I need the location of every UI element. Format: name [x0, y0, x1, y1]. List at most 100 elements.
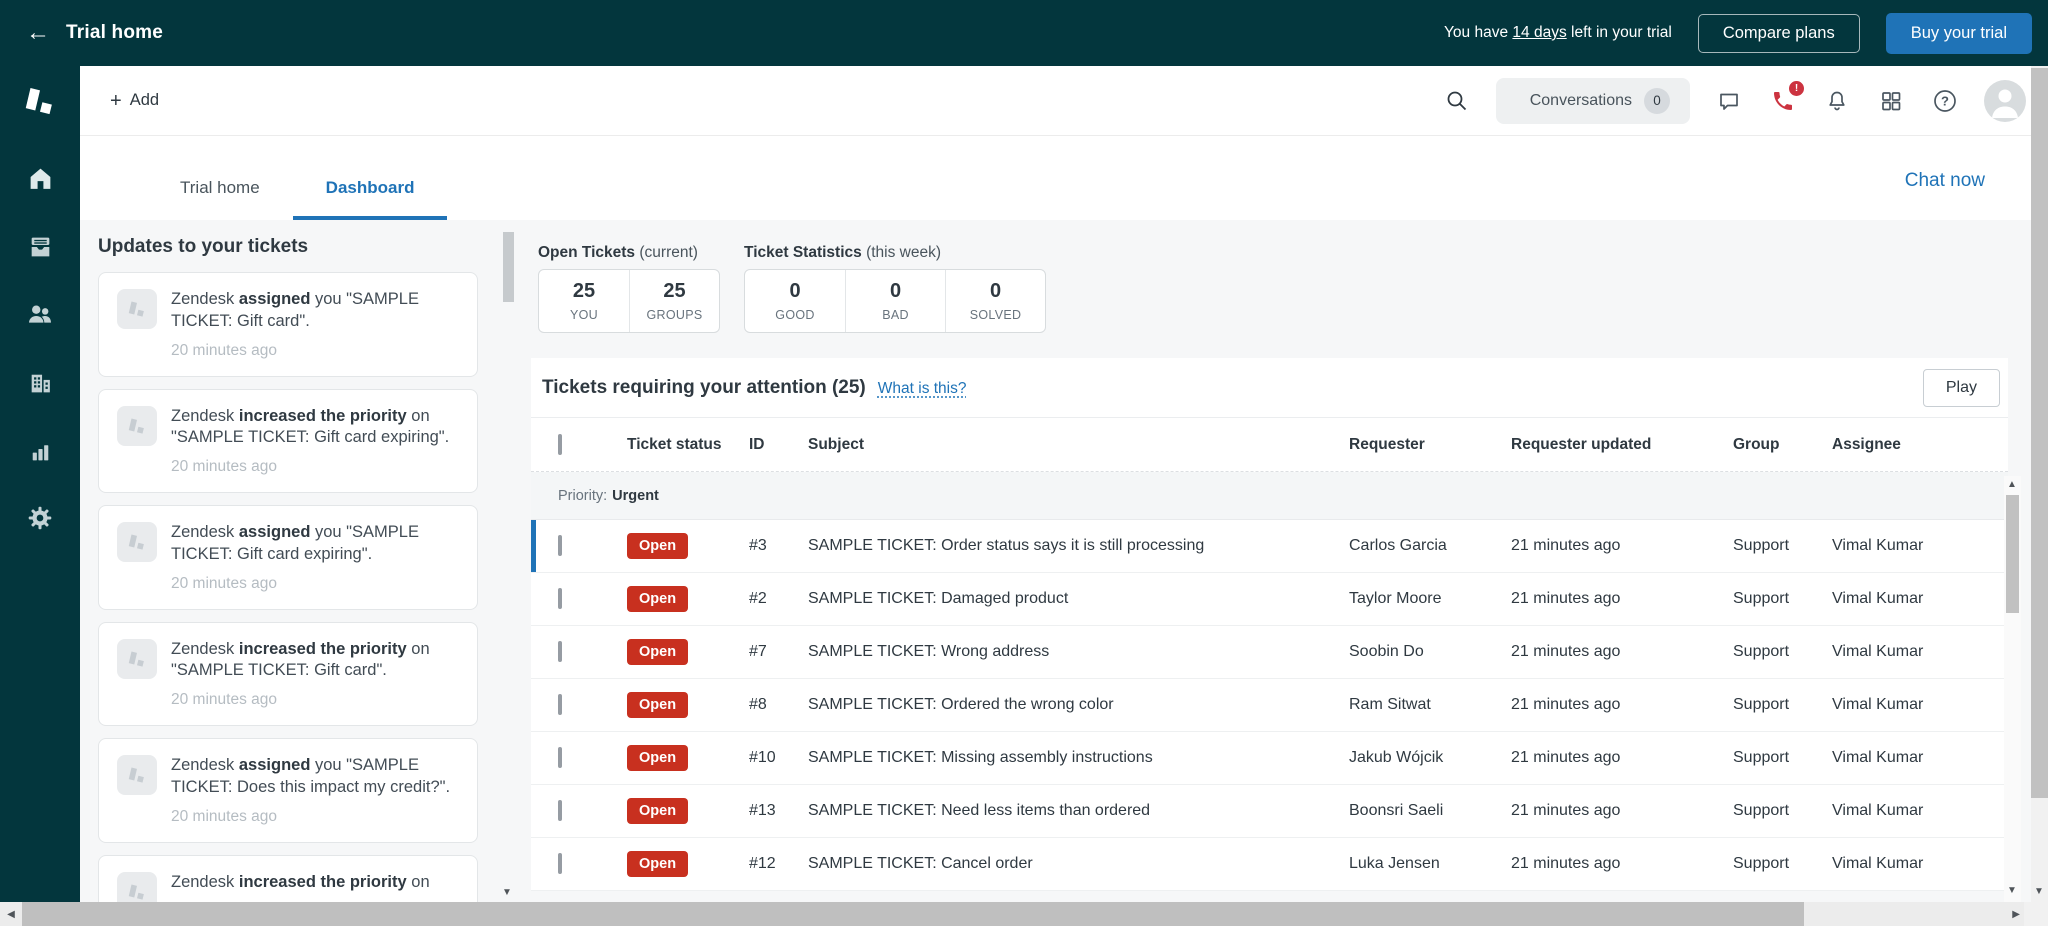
stat-cell-good[interactable]: 0GOOD	[745, 270, 845, 332]
ticket-row[interactable]: Open #2 SAMPLE TICKET: Damaged product T…	[531, 573, 2008, 626]
row-checkbox[interactable]	[558, 535, 562, 556]
page-scrollbar[interactable]: ▼	[2031, 66, 2048, 902]
app-bar: + Add Conversations 0 !	[80, 66, 2048, 136]
table-scroll-up-icon[interactable]: ▲	[2007, 479, 2017, 490]
sidebar-item-organizations[interactable]	[0, 348, 80, 416]
update-card[interactable]: Zendesk increased the priority on "SAMPL…	[98, 389, 478, 494]
ticket-subject[interactable]: SAMPLE TICKET: Ordered the wrong color	[808, 696, 1349, 714]
ticket-status-cell: Open	[627, 692, 749, 718]
updates-scrollbar[interactable]: ▼	[500, 226, 517, 902]
update-card[interactable]: Zendesk increased the priority on	[98, 855, 478, 902]
col-group[interactable]: Group	[1733, 436, 1832, 454]
scroll-right-icon[interactable]: ▶	[2012, 909, 2020, 920]
open-tickets-title: Open Tickets	[538, 244, 635, 261]
stat-cell-groups[interactable]: 25GROUPS	[629, 270, 719, 332]
user-avatar[interactable]	[1984, 80, 2026, 122]
table-scroll-down-icon[interactable]: ▼	[2007, 885, 2017, 896]
play-button[interactable]: Play	[1923, 369, 2000, 407]
horizontal-scrollbar-thumb[interactable]	[22, 902, 1804, 926]
ticket-subject[interactable]: SAMPLE TICKET: Missing assembly instruct…	[808, 749, 1349, 767]
trial-home-back[interactable]: ← Trial home	[26, 21, 163, 45]
row-checkbox[interactable]	[558, 694, 562, 715]
ticket-subject[interactable]: SAMPLE TICKET: Need less items than orde…	[808, 802, 1349, 820]
row-checkbox[interactable]	[558, 588, 562, 609]
col-ticket-status[interactable]: Ticket status	[627, 436, 749, 454]
ticket-subject[interactable]: SAMPLE TICKET: Wrong address	[808, 643, 1349, 661]
priority-label: Priority:	[558, 488, 607, 504]
zendesk-logo[interactable]	[19, 80, 61, 122]
what-is-this-link[interactable]: What is this?	[878, 380, 967, 398]
col-requester[interactable]: Requester	[1349, 436, 1511, 454]
ticket-row[interactable]: Open #7 SAMPLE TICKET: Wrong address Soo…	[531, 626, 2008, 679]
sidebar-item-views[interactable]	[0, 212, 80, 280]
ticket-row[interactable]: Open #10 SAMPLE TICKET: Missing assembly…	[531, 732, 2008, 785]
sidebar-item-reporting[interactable]	[0, 416, 80, 484]
buy-trial-button[interactable]: Buy your trial	[1886, 13, 2032, 54]
compare-plans-button[interactable]: Compare plans	[1698, 14, 1860, 53]
col-id[interactable]: ID	[749, 436, 808, 454]
trial-msg-prefix: You have	[1444, 24, 1512, 41]
row-checkbox[interactable]	[558, 747, 562, 768]
update-card[interactable]: Zendesk assigned you "SAMPLE TICKET: Gif…	[98, 505, 478, 610]
table-scrollbar[interactable]: ▲ ▼	[2004, 476, 2021, 902]
conversations-count-badge: 0	[1644, 88, 1670, 114]
stat-cell-you[interactable]: 25YOU	[539, 270, 629, 332]
add-button-label: Add	[130, 91, 159, 110]
attention-title: Tickets requiring your attention (25)	[542, 377, 866, 399]
row-checkbox[interactable]	[558, 800, 562, 821]
row-checkbox[interactable]	[558, 641, 562, 662]
scroll-left-icon[interactable]: ◀	[0, 909, 22, 920]
ticket-subject[interactable]: SAMPLE TICKET: Order status says it is s…	[808, 537, 1349, 555]
talk-button[interactable]: !	[1768, 86, 1798, 116]
add-button[interactable]: + Add	[102, 85, 167, 117]
col-subject[interactable]: Subject	[808, 436, 1349, 454]
update-card[interactable]: Zendesk assigned you "SAMPLE TICKET: Gif…	[98, 272, 478, 377]
horizontal-scrollbar[interactable]: ◀ ▶	[0, 902, 2048, 926]
stat-cell-bad[interactable]: 0BAD	[845, 270, 945, 332]
stat-value: 0	[890, 280, 901, 303]
stat-cell-solved[interactable]: 0SOLVED	[945, 270, 1045, 332]
ticket-row[interactable]: Open #3 SAMPLE TICKET: Order status says…	[531, 520, 2008, 573]
table-scrollbar-thumb[interactable]	[2006, 495, 2019, 613]
row-checkbox[interactable]	[558, 853, 562, 874]
page-scroll-down-icon[interactable]: ▼	[2034, 886, 2044, 897]
trial-home-label: Trial home	[66, 22, 163, 44]
ticket-group: Support	[1733, 749, 1832, 767]
ticket-row[interactable]: Open #8 SAMPLE TICKET: Ordered the wrong…	[531, 679, 2008, 732]
chat-now-link[interactable]: Chat now	[1905, 170, 1985, 192]
tab-dashboard[interactable]: Dashboard	[293, 136, 448, 220]
ticket-row[interactable]: Open #12 SAMPLE TICKET: Cancel order Luk…	[531, 838, 2008, 891]
trial-actions: You have 14 days left in your trial Comp…	[1444, 13, 2032, 54]
ticket-subject[interactable]: SAMPLE TICKET: Damaged product	[808, 590, 1349, 608]
stat-caption: GOOD	[775, 308, 814, 322]
updates-scroll-down-icon[interactable]: ▼	[502, 887, 512, 898]
col-requester-updated[interactable]: Requester updated	[1511, 436, 1733, 454]
update-card[interactable]: Zendesk increased the priority on "SAMPL…	[98, 622, 478, 727]
conversations-button[interactable]: Conversations 0	[1496, 78, 1690, 124]
notifications-button[interactable]	[1822, 86, 1852, 116]
tab-trial-home[interactable]: Trial home	[147, 136, 293, 220]
ticket-subject[interactable]: SAMPLE TICKET: Cancel order	[808, 855, 1349, 873]
ticket-row[interactable]: Open #13 SAMPLE TICKET: Need less items …	[531, 785, 2008, 838]
page-scrollbar-thumb[interactable]	[2031, 68, 2048, 798]
ticket-group: Support	[1733, 537, 1832, 555]
select-all-checkbox[interactable]	[558, 434, 562, 455]
attention-title-wrap: Tickets requiring your attention (25) Wh…	[542, 377, 967, 399]
search-button[interactable]	[1442, 86, 1472, 116]
status-badge: Open	[627, 798, 688, 824]
update-text: Zendesk assigned you "SAMPLE TICKET: Doe…	[171, 755, 459, 799]
help-button[interactable]: ?	[1930, 86, 1960, 116]
update-text: Zendesk increased the priority on "SAMPL…	[171, 639, 459, 683]
col-assignee[interactable]: Assignee	[1832, 436, 2008, 454]
sidebar-item-home[interactable]	[0, 144, 80, 212]
sidebar-item-admin[interactable]	[0, 484, 80, 552]
update-card[interactable]: Zendesk assigned you "SAMPLE TICKET: Doe…	[98, 738, 478, 843]
views-icon	[27, 233, 54, 260]
back-arrow-icon[interactable]: ←	[26, 21, 50, 45]
trial-msg-suffix: left in your trial	[1567, 24, 1672, 41]
sidebar-item-customers[interactable]	[0, 280, 80, 348]
chat-button[interactable]	[1714, 86, 1744, 116]
trial-days-link[interactable]: 14 days	[1512, 24, 1566, 41]
apps-button[interactable]	[1876, 86, 1906, 116]
updates-scrollbar-thumb[interactable]	[503, 232, 514, 302]
